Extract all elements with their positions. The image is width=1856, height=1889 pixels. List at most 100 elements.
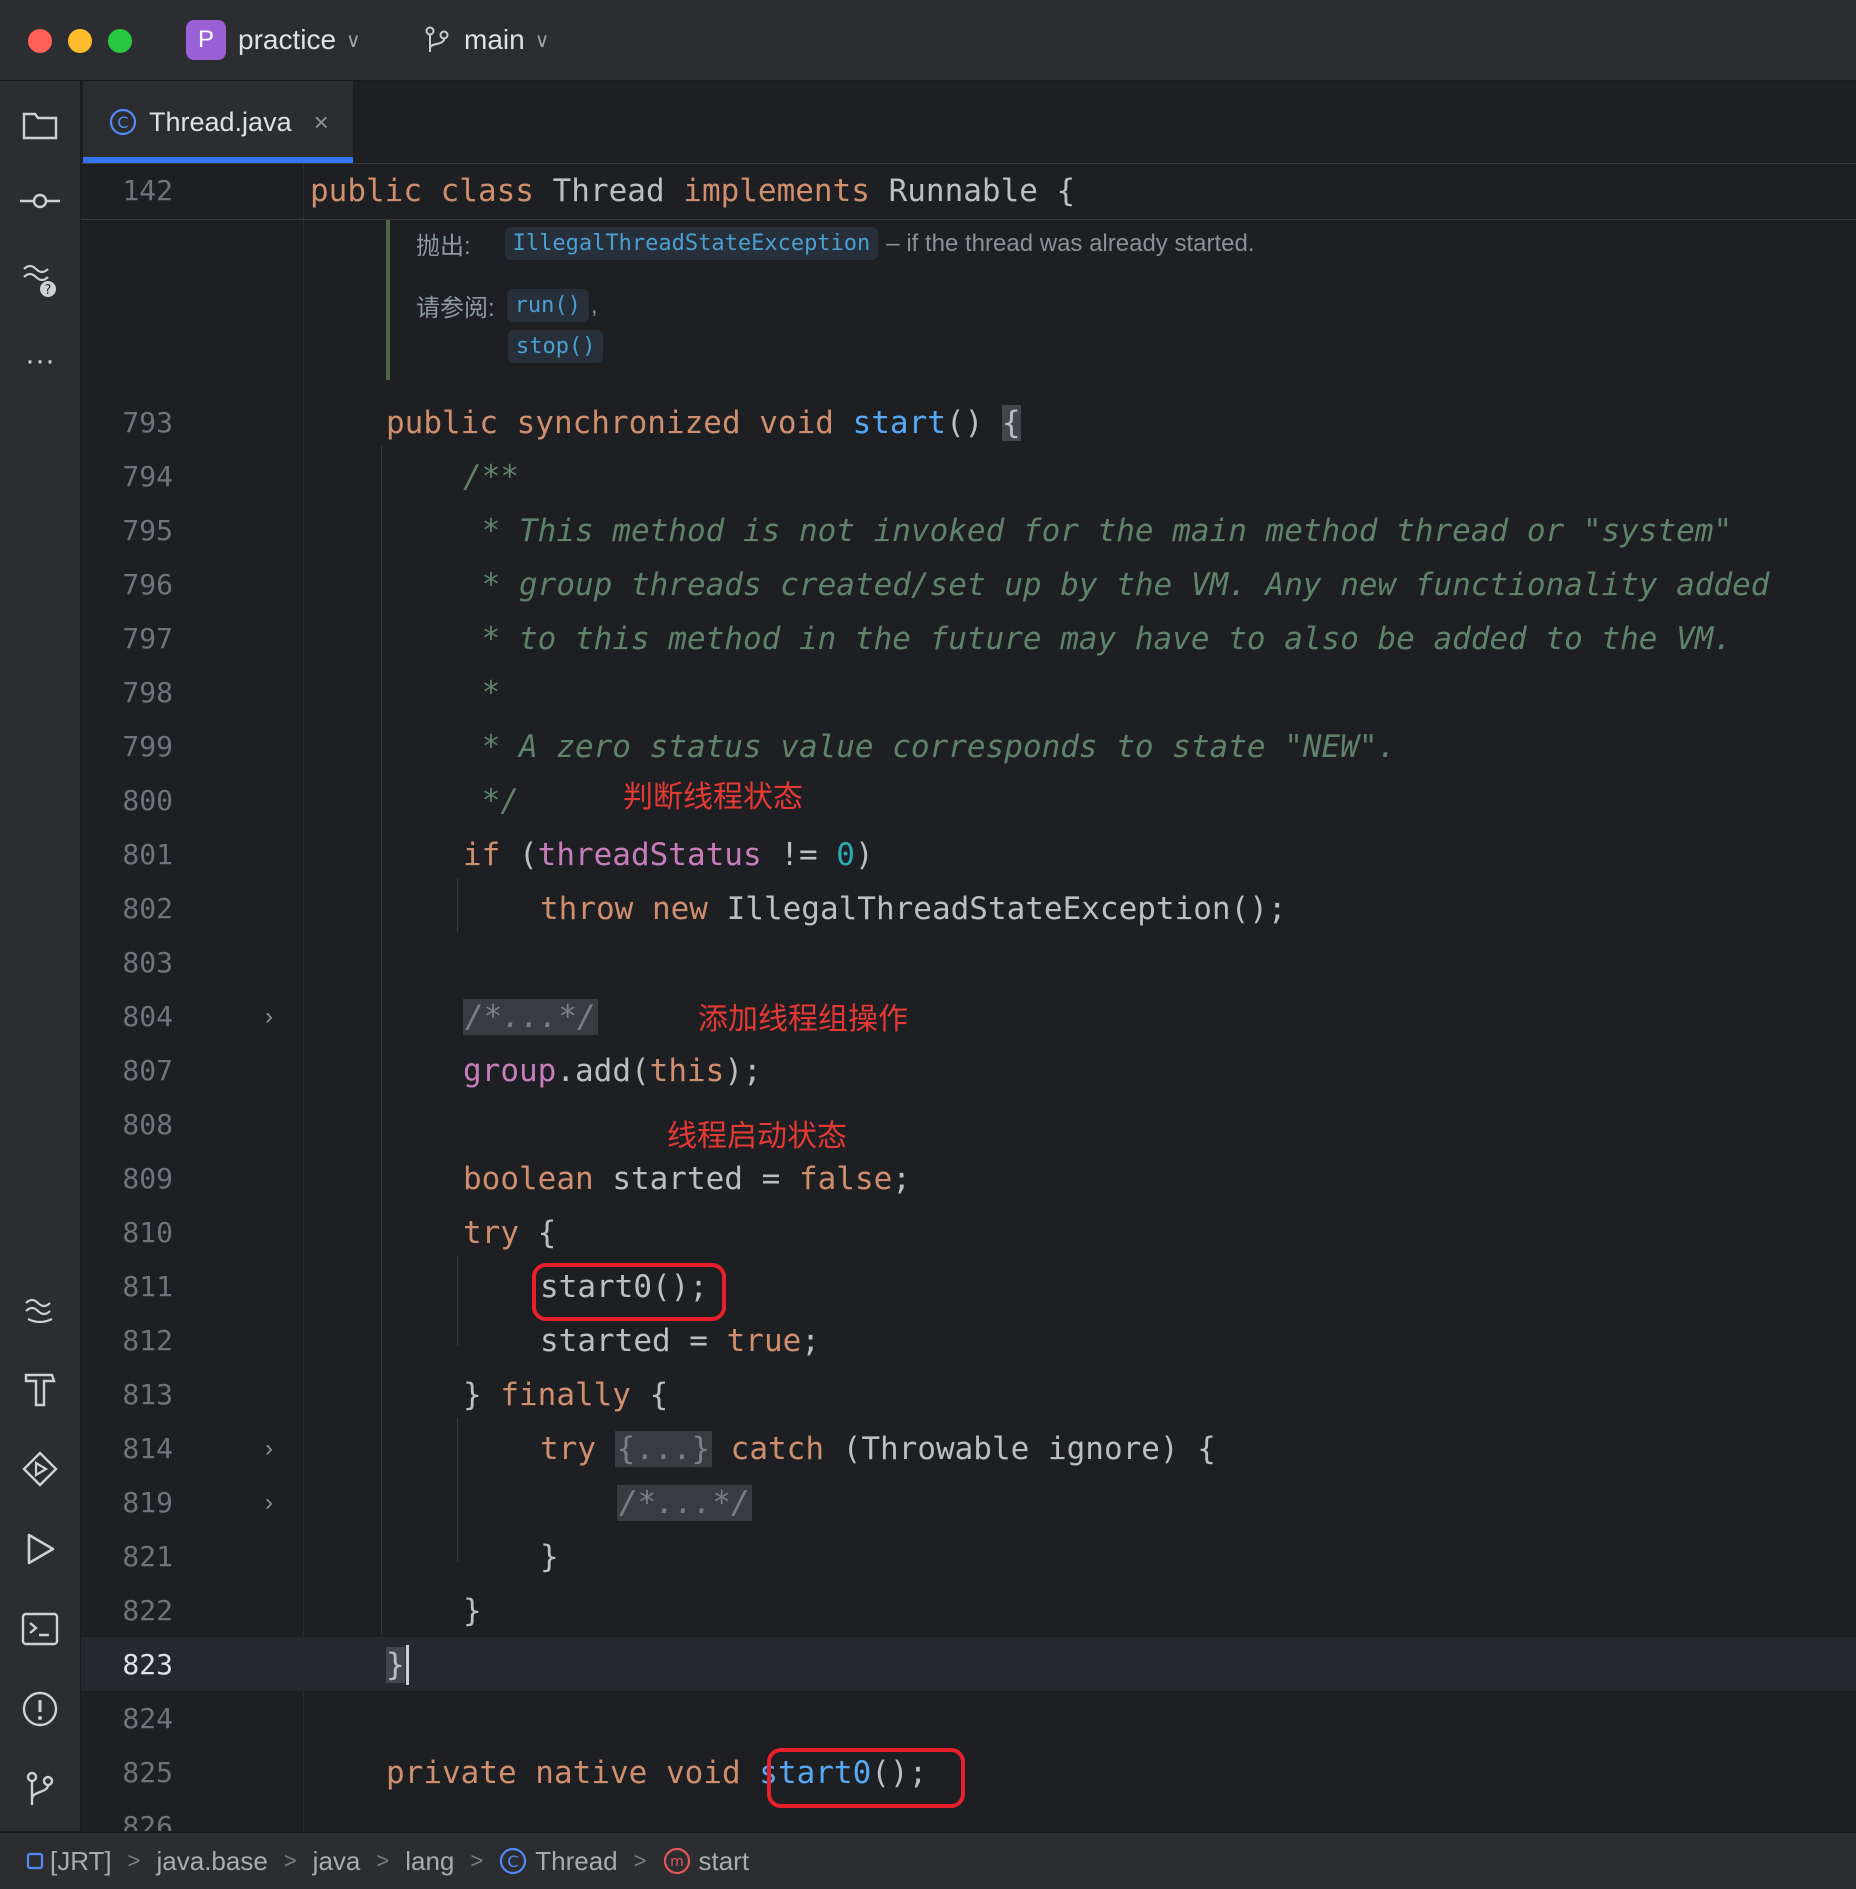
minimize-window-button[interactable] — [68, 29, 92, 53]
tab-thread-java[interactable]: C Thread.java × — [83, 81, 353, 163]
code-line: 801 if (threadStatus != 0) — [81, 828, 1856, 882]
line-number: 813 — [122, 1378, 173, 1411]
code-line-current: 823 } — [81, 1638, 1856, 1692]
code-line: 802 throw new IllegalThreadStateExceptio… — [81, 882, 1856, 936]
annotation-status-check: 判断线程状态 — [623, 780, 803, 815]
line-number: 801 — [122, 838, 173, 871]
problems-icon[interactable] — [20, 1689, 60, 1729]
annotation-group-add: 添加线程组操作 — [698, 1002, 908, 1037]
code-line: 812 started = true; — [81, 1314, 1856, 1368]
line-number: 823 — [122, 1648, 173, 1681]
doc-see-label: 请参阅: — [416, 295, 495, 322]
breadcrumb-item[interactable]: java — [313, 1846, 361, 1877]
line-number: 799 — [122, 730, 173, 763]
breadcrumb-root[interactable]: [JRT] — [26, 1846, 112, 1877]
chevron-down-icon: ∨ — [346, 29, 361, 52]
line-number: 809 — [122, 1162, 173, 1195]
close-window-button[interactable] — [28, 29, 52, 53]
code-line: 807 group.add(this); — [81, 1044, 1856, 1098]
code-line: 814 › try {...} catch (Throwable ignore)… — [81, 1422, 1856, 1476]
fold-expand-icon[interactable]: › — [265, 1422, 273, 1476]
close-tab-icon[interactable]: × — [314, 107, 329, 138]
breadcrumb-root-label: [JRT] — [50, 1845, 112, 1876]
svg-text:?: ? — [45, 283, 52, 298]
line-number: 800 — [122, 784, 173, 817]
java-class-icon: C — [500, 1847, 527, 1875]
breadcrumb-separator: > — [127, 1848, 141, 1873]
code-line: 813 } finally { — [81, 1368, 1856, 1422]
tool-window-sidebar: ? ··· — [0, 81, 81, 1831]
code-line: 796 * group threads created/set up by th… — [81, 558, 1856, 612]
code-line: 793 public synchronized void start() { — [81, 396, 1856, 450]
doc-throws-row: 抛出: IllegalThreadStateException – if the… — [416, 226, 1255, 261]
breadcrumb-label: lang — [405, 1845, 455, 1876]
code-line: 824 — [81, 1692, 1856, 1746]
breadcrumb-item[interactable]: java.base — [157, 1846, 268, 1877]
breadcrumb-separator: > — [376, 1848, 390, 1873]
sticky-code: public class Thread implements Runnable … — [310, 173, 1076, 209]
method-icon: m — [663, 1847, 690, 1875]
terminal-icon[interactable] — [20, 1609, 60, 1649]
line-number: 826 — [122, 1810, 173, 1831]
doc-see-run-link[interactable]: run() — [506, 289, 589, 322]
branch-name: main — [464, 24, 525, 55]
code-editor[interactable]: 142 public class Thread implements Runna… — [81, 164, 1856, 1831]
code-line: 821 } — [81, 1530, 1856, 1584]
breadcrumb-label: java.base — [156, 1845, 268, 1876]
breadcrumb-item[interactable]: m start — [663, 1846, 749, 1877]
commit-icon[interactable] — [20, 181, 60, 221]
line-number: 808 — [122, 1108, 173, 1141]
editor-tab-bar: C Thread.java × — [81, 81, 1856, 164]
project-name: practice — [238, 24, 337, 55]
doc-see-row: 请参阅: run() , — [416, 288, 598, 323]
doc-see-stop-link[interactable]: stop() — [508, 330, 604, 363]
code-line: 798 * — [81, 666, 1856, 720]
code-line: 825 private native void start0(); — [81, 1746, 1856, 1800]
maximize-window-button[interactable] — [108, 29, 132, 53]
more-tools-icon[interactable]: ··· — [20, 341, 60, 381]
line-number: 810 — [122, 1216, 173, 1249]
services-icon[interactable] — [20, 1449, 60, 1489]
doc-throws-label: 抛出: — [416, 233, 471, 260]
active-tab-indicator — [83, 157, 353, 163]
git-icon[interactable] — [20, 1769, 60, 1809]
breadcrumb-item[interactable]: lang — [405, 1846, 454, 1877]
line-number: 814 — [122, 1432, 173, 1465]
project-folder-icon[interactable] — [20, 105, 60, 145]
module-icon — [26, 1852, 44, 1870]
line-number: 796 — [122, 568, 173, 601]
highlight-box-start0-call — [532, 1263, 726, 1321]
doc-throws-type-link[interactable]: IllegalThreadStateException — [504, 227, 879, 260]
branch-icon — [425, 26, 449, 52]
fold-expand-icon[interactable]: › — [265, 990, 273, 1044]
code-line: 808 — [81, 1098, 1856, 1152]
ai-chat-icon[interactable] — [20, 1289, 60, 1329]
javadoc-rendered: 抛出: IllegalThreadStateException – if the… — [386, 220, 1806, 380]
breadcrumb-item[interactable]: C Thread — [499, 1845, 618, 1877]
project-selector[interactable]: P practice ∨ — [186, 20, 361, 60]
code-line: 795 * This method is not invoked for the… — [81, 504, 1856, 558]
line-number: 795 — [122, 514, 173, 547]
run-icon[interactable] — [20, 1529, 60, 1569]
breadcrumb-label: Thread — [535, 1845, 618, 1876]
breadcrumb-separator: > — [283, 1848, 297, 1873]
line-number: 821 — [122, 1540, 173, 1573]
chevron-down-icon: ∨ — [534, 29, 550, 52]
navigation-bar: [JRT] > java.base > java > lang > C Thre… — [0, 1832, 1856, 1889]
svg-text:C: C — [508, 1852, 519, 1871]
tab-label: Thread.java — [149, 106, 292, 137]
branch-selector[interactable]: main ∨ — [424, 20, 549, 60]
text-caret — [406, 1645, 409, 1685]
fold-expand-icon[interactable]: › — [265, 1476, 273, 1530]
line-number: 142 — [122, 174, 173, 207]
line-number: 825 — [122, 1756, 173, 1789]
ai-assistant-icon[interactable]: ? — [20, 259, 60, 299]
code-line: 799 * A zero status value corresponds to… — [81, 720, 1856, 774]
code-line: 811 start0(); — [81, 1260, 1856, 1314]
line-number: 812 — [122, 1324, 173, 1357]
line-number: 824 — [122, 1702, 173, 1735]
line-number: 807 — [122, 1054, 173, 1087]
build-hammer-icon[interactable] — [20, 1369, 60, 1409]
doc-bar — [386, 220, 390, 380]
annotation-started-state: 线程启动状态 — [667, 1119, 847, 1154]
